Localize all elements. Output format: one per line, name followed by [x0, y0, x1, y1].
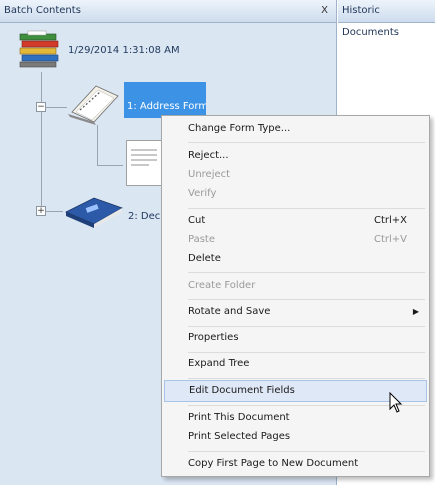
submenu-arrow-icon: ▶ [412, 307, 419, 316]
menu-separator [188, 142, 425, 143]
menu-rotate-and-save[interactable]: Rotate and Save ▶ [164, 301, 427, 323]
context-menu: Change Form Type... Reject... Unreject V… [161, 115, 430, 477]
menu-expand-tree[interactable]: Expand Tree [164, 353, 427, 375]
menu-separator [188, 208, 425, 209]
expand-icon[interactable]: + [36, 206, 46, 216]
batch-contents-title: Batch Contents [4, 5, 81, 16]
document-1-label[interactable]: 1: Address Form [124, 82, 206, 118]
tree-line [97, 165, 123, 166]
book-icon[interactable] [64, 196, 124, 230]
mouse-cursor-icon [389, 391, 403, 414]
menu-separator [188, 378, 425, 379]
document-2-label[interactable]: 2: Dec [128, 211, 160, 222]
menu-cut-label: Cut [188, 215, 206, 226]
page-thumbnail[interactable] [126, 140, 164, 186]
menu-change-form-type[interactable]: Change Form Type... [164, 118, 427, 140]
binder-icon[interactable] [66, 82, 122, 126]
menu-delete[interactable]: Delete [164, 248, 427, 270]
menu-rotate-and-save-label: Rotate and Save [188, 306, 271, 317]
close-icon[interactable]: X [321, 0, 328, 22]
menu-edit-document-fields[interactable]: Edit Document Fields [164, 380, 427, 402]
menu-verify[interactable]: Verify [164, 183, 427, 205]
menu-paste-label: Paste [188, 234, 215, 245]
menu-separator [188, 272, 425, 273]
batch-root-label[interactable]: 1/29/2014 1:31:08 AM [68, 45, 180, 56]
collapse-icon[interactable]: − [36, 102, 46, 112]
menu-create-folder[interactable]: Create Folder [164, 275, 427, 297]
menu-properties[interactable]: Properties [164, 327, 427, 349]
tree-line [41, 72, 42, 212]
menu-separator [188, 299, 425, 300]
historic-documents-title: Historic Documents [342, 5, 400, 38]
batch-icon[interactable] [18, 30, 62, 70]
tree-line [97, 125, 98, 165]
batch-contents-header: Batch Contents X [0, 0, 336, 23]
menu-print-selected-pages[interactable]: Print Selected Pages [164, 426, 427, 448]
menu-separator [188, 451, 425, 452]
menu-copy-first-page[interactable]: Copy First Page to New Document [164, 453, 427, 475]
historic-documents-header: Historic Documents [338, 0, 435, 38]
